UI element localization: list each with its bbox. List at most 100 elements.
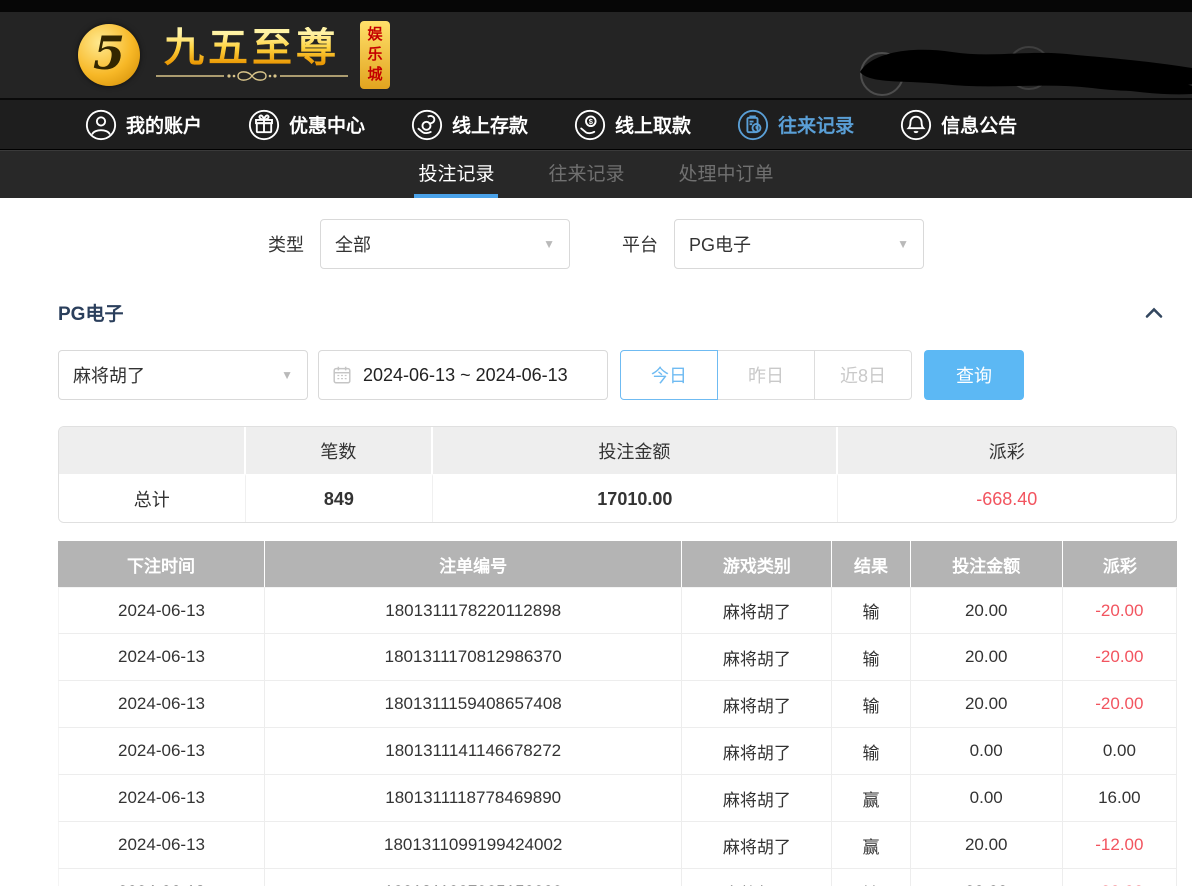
cell-result: 输 [832,869,910,886]
cell-payout: -20.00 [1063,634,1177,681]
top-filter-row: 类型 全部 ▼ 平台 PG电子 ▼ [0,219,1192,269]
user-icon [85,109,117,141]
cell-result: 赢 [832,822,910,869]
col-result: 结果 [832,541,910,587]
cell-game-type: 麻将胡了 [682,587,832,634]
search-button[interactable]: 查询 [924,350,1024,400]
content-area: 类型 全部 ▼ 平台 PG电子 ▼ PG电子 麻将胡了 ▼ 2024-06-13… [0,198,1192,886]
cell-payout: -20.00 [1063,869,1177,886]
table-row: 2024-06-13 1801311099199424002 麻将胡了 赢 20… [58,822,1177,869]
logo-monogram: 5 [93,30,125,76]
summary-header-amount: 投注金额 [433,427,837,474]
nav-my-account[interactable]: 我的账户 [85,109,202,141]
cell-bet-amount: 20.00 [911,587,1063,634]
summary-total-amount: 17010.00 [433,474,837,522]
tab-bet-records[interactable]: 投注记录 [414,151,498,198]
cell-bet-id: 1801311141146678272 [265,728,682,775]
cell-game-type: 麻将胡了 [682,775,832,822]
sub-tabbar: 投注记录 往来记录 处理中订单 [0,150,1192,198]
table-body: 2024-06-13 1801311178220112898 麻将胡了 输 20… [58,587,1177,886]
quick-date-group: 今日 昨日 近8日 [620,350,912,400]
cell-result: 输 [832,728,910,775]
cell-payout: 0.00 [1063,728,1177,775]
type-label: 类型 [268,231,304,257]
logo-emblem-icon: 5 [78,24,140,86]
cell-bet-amount: 20.00 [911,634,1063,681]
col-game-type: 游戏类别 [682,541,832,587]
platform-label: 平台 [622,231,658,257]
table-row: 2024-06-13 1801311170812986370 麻将胡了 输 20… [58,634,1177,681]
site-logo[interactable]: 5 九五至尊 娱 乐 城 [78,21,390,89]
cell-game-type: 麻将胡了 [682,634,832,681]
date-range-value: 2024-06-13 ~ 2024-06-13 [363,365,568,386]
cell-result: 赢 [832,775,910,822]
col-bet-id: 注单编号 [265,541,682,587]
last-8-days-button[interactable]: 近8日 [814,350,912,400]
table-row: 2024-06-13 1801311141146678272 麻将胡了 输 0.… [58,728,1177,775]
cell-game-type: 麻将胡了 [682,728,832,775]
summary-total-count: 849 [246,474,434,522]
cell-bet-id: 1801311159408657408 [265,681,682,728]
cell-bet-amount: 20.00 [911,681,1063,728]
date-range-picker[interactable]: 2024-06-13 ~ 2024-06-13 [318,350,608,400]
summary-header-payout: 派彩 [838,427,1176,474]
cell-result: 输 [832,681,910,728]
cell-bet-amount: 0.00 [911,728,1063,775]
section-filter-row: 麻将胡了 ▼ 2024-06-13 ~ 2024-06-13 今日 昨日 近8日… [58,350,1192,400]
cell-bet-time: 2024-06-13 [58,775,265,822]
tab-transaction-records[interactable]: 往来记录 [544,151,628,198]
cell-bet-id: 1801311170812986370 [265,634,682,681]
cell-bet-id: 1801311118778469890 [265,775,682,822]
cell-game-type: 麻将胡了 [682,869,832,886]
calendar-icon [331,364,353,386]
cell-game-type: 麻将胡了 [682,681,832,728]
nav-announcements[interactable]: 信息公告 [900,109,1017,141]
col-payout: 派彩 [1063,541,1177,587]
table-row: 2024-06-13 1801311118778469890 麻将胡了 赢 0.… [58,775,1177,822]
brand-badge: 娱 乐 城 [360,21,390,89]
cell-result: 输 [832,587,910,634]
cell-bet-time: 2024-06-13 [58,681,265,728]
bet-records-table: 下注时间 注单编号 游戏类别 结果 投注金额 派彩 2024-06-13 180… [58,541,1177,886]
col-bet-time: 下注时间 [58,541,265,587]
chevron-down-icon: ▼ [281,368,293,382]
nav-transaction-records[interactable]: 往来记录 [737,109,854,141]
cell-bet-time: 2024-06-13 [58,728,265,775]
cell-bet-id: 1801311099199424002 [265,822,682,869]
section-header: PG电子 [58,299,1166,326]
col-bet-amount: 投注金额 [911,541,1063,587]
today-button[interactable]: 今日 [620,350,718,400]
summary-total-row: 总计 849 17010.00 -668.40 [59,474,1176,522]
chevron-down-icon: ▼ [543,237,555,251]
table-row: 2024-06-13 1801311159408657408 麻将胡了 输 20… [58,681,1177,728]
brand-name: 九五至尊 [164,27,340,69]
deposit-icon [411,109,443,141]
nav-deposit[interactable]: 线上存款 [411,109,528,141]
cell-payout: -20.00 [1063,587,1177,634]
cell-payout: -12.00 [1063,822,1177,869]
cell-game-type: 麻将胡了 [682,822,832,869]
summary-table: 笔数 投注金额 派彩 总计 849 17010.00 -668.40 [58,426,1177,523]
logo-flourish-icon [152,69,352,83]
summary-header-row: 笔数 投注金额 派彩 [59,427,1176,474]
cell-bet-time: 2024-06-13 [58,869,265,886]
chevron-down-icon: ▼ [897,237,909,251]
section-title: PG电子 [58,299,123,326]
site-header: 5 九五至尊 娱 乐 城 [0,12,1192,100]
tab-pending-orders[interactable]: 处理中订单 [675,151,778,198]
cell-payout: -20.00 [1063,681,1177,728]
cell-bet-id: 1801311178220112898 [265,587,682,634]
nav-promotions[interactable]: 优惠中心 [248,109,365,141]
summary-header-blank [59,427,246,474]
withdraw-icon: $ [574,109,606,141]
type-select[interactable]: 全部 ▼ [320,219,570,269]
cell-bet-amount: 0.00 [911,775,1063,822]
platform-select[interactable]: PG电子 ▼ [674,219,924,269]
nav-withdraw[interactable]: $ 线上取款 [574,109,691,141]
table-row: 2024-06-13 1801311178220112898 麻将胡了 输 20… [58,587,1177,634]
cell-bet-time: 2024-06-13 [58,822,265,869]
gift-icon [248,109,280,141]
game-select[interactable]: 麻将胡了 ▼ [58,350,308,400]
yesterday-button[interactable]: 昨日 [717,350,815,400]
chevron-up-icon[interactable] [1142,301,1166,325]
